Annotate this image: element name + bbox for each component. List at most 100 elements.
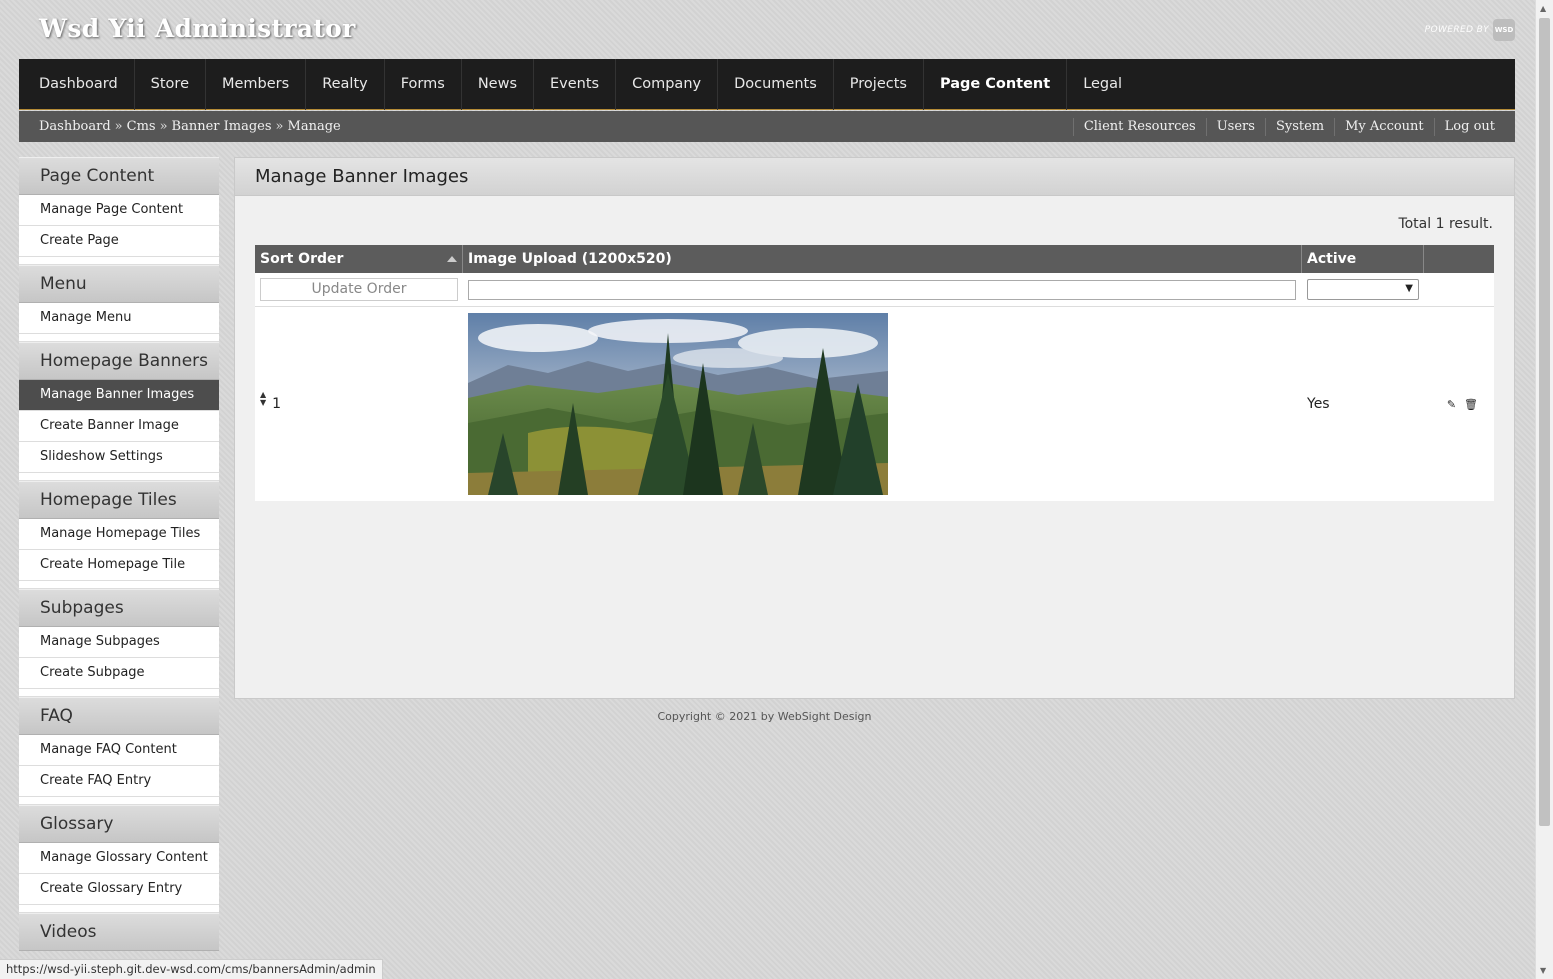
sidebar-heading-page-content: Page Content <box>19 157 219 195</box>
sidebar-item-manage-page-content[interactable]: Manage Page Content <box>19 195 219 226</box>
column-image-upload[interactable]: Image Upload (1200x520) <box>463 245 1302 273</box>
nav-item-projects[interactable]: Projects <box>834 58 924 110</box>
site-header: Wsd Yii Administrator POWERED BY WSD <box>0 0 1535 59</box>
scroll-thumb[interactable] <box>1539 18 1550 826</box>
sidebar-item-manage-homepage-tiles[interactable]: Manage Homepage Tiles <box>19 519 219 550</box>
sidebar-heading-menu: Menu <box>19 265 219 303</box>
sidebar-section-glossary: Glossary Manage Glossary Content Create Gl… <box>19 805 219 913</box>
row-active-cell: Yes <box>1307 396 1330 412</box>
sidebar-item-manage-glossary-content[interactable]: Manage Glossary Content <box>19 843 219 874</box>
powered-by[interactable]: POWERED BY WSD <box>1425 19 1515 41</box>
utility-link-client-resources[interactable]: Client Resources <box>1072 117 1206 136</box>
filter-image-cell <box>463 279 1302 300</box>
sidebar-section-menu: Menu Manage Menu <box>19 265 219 342</box>
wsd-logo: WSD <box>1493 19 1515 41</box>
sidebar-item-slideshow-settings[interactable]: Slideshow Settings <box>19 442 219 473</box>
row-image-cell <box>463 313 1302 495</box>
filter-sort-cell: Update Order <box>255 278 463 301</box>
chevron-down-icon: ▼ <box>1405 283 1413 294</box>
column-sort-order[interactable]: Sort Order <box>255 245 463 273</box>
sidebar-heading-homepage-banners: Homepage Banners <box>19 342 219 380</box>
utility-link-system[interactable]: System <box>1264 117 1334 136</box>
nav-item-company[interactable]: Company <box>616 58 719 110</box>
breadcrumb-cms[interactable]: Cms <box>127 119 156 134</box>
sidebar: Page Content Manage Page Content Create Pa… <box>19 157 219 979</box>
column-actions <box>1424 245 1494 273</box>
column-active[interactable]: Active <box>1302 245 1424 273</box>
active-filter-select[interactable]: ▼ <box>1307 279 1419 300</box>
main-nav: Dashboard Store Members Realty Forms News Even… <box>19 58 1515 110</box>
sidebar-heading-homepage-tiles: Homepage Tiles <box>19 481 219 519</box>
drag-handle-icon[interactable]: ▲ ▼ <box>260 391 266 407</box>
page-scrollbar[interactable]: ▲ ▼ <box>1535 0 1553 979</box>
sidebar-item-create-faq-entry[interactable]: Create FAQ Entry <box>19 766 219 797</box>
sidebar-section-page-content: Page Content Manage Page Content Create Pa… <box>19 157 219 265</box>
page-title: Manage Banner Images <box>235 158 1514 196</box>
status-bar-url: https://wsd-yii.steph.git.dev-wsd.com/cm… <box>0 959 383 979</box>
sort-asc-icon <box>447 256 457 262</box>
row-sort-value: 1 <box>272 396 282 412</box>
banner-grid: Sort Order Image Upload (1200x520) Activ… <box>255 245 1494 501</box>
scroll-down-icon[interactable]: ▼ <box>1540 966 1546 975</box>
sidebar-item-manage-menu[interactable]: Manage Menu <box>19 303 219 334</box>
nav-item-events[interactable]: Events <box>534 58 617 110</box>
breadcrumb-banner-images[interactable]: Banner Images <box>172 119 272 134</box>
sub-bar: Dashboard» Cms» Banner Images» Manage Clien… <box>19 111 1515 142</box>
breadcrumb-manage: Manage <box>287 119 341 134</box>
sidebar-spacer <box>19 257 219 265</box>
sidebar-section-homepage-banners: Homepage Banners Manage Banner Images Crea… <box>19 342 219 481</box>
grid-header: Sort Order Image Upload (1200x520) Activ… <box>255 245 1494 273</box>
sidebar-spacer <box>19 689 219 697</box>
sidebar-item-create-glossary-entry[interactable]: Create Glossary Entry <box>19 874 219 905</box>
sidebar-spacer <box>19 473 219 481</box>
sidebar-spacer <box>19 797 219 805</box>
utility-link-my-account[interactable]: My Account <box>1334 117 1434 136</box>
breadcrumb-dashboard[interactable]: Dashboard <box>39 119 111 134</box>
sidebar-section-homepage-tiles: Homepage Tiles Manage Homepage Tiles Creat… <box>19 481 219 589</box>
pencil-icon[interactable]: ✎ <box>1447 398 1456 411</box>
column-active-label: Active <box>1307 251 1357 267</box>
sidebar-item-create-banner-image[interactable]: Create Banner Image <box>19 411 219 442</box>
filter-active-cell: ▼ <box>1302 279 1424 300</box>
nav-item-store[interactable]: Store <box>135 58 206 110</box>
row-actions-cell: ✎ 🗑 <box>1424 398 1494 411</box>
nav-item-page-content[interactable]: Page Content <box>924 58 1068 110</box>
grid-filter-row: Update Order ▼ <box>255 273 1494 307</box>
sidebar-section-subpages: Subpages Manage Subpages Create Subpage <box>19 589 219 697</box>
sidebar-spacer <box>19 334 219 342</box>
scroll-up-icon[interactable]: ▲ <box>1540 4 1546 13</box>
nav-item-legal[interactable]: Legal <box>1067 59 1138 110</box>
sidebar-section-videos: Videos <box>19 913 219 951</box>
sidebar-item-create-subpage[interactable]: Create Subpage <box>19 658 219 689</box>
image-filter-input[interactable] <box>468 279 1296 300</box>
sidebar-item-manage-faq-content[interactable]: Manage FAQ Content <box>19 735 219 766</box>
trash-icon[interactable]: 🗑 <box>1464 398 1478 411</box>
nav-item-forms[interactable]: Forms <box>385 58 462 110</box>
sidebar-heading-subpages: Subpages <box>19 589 219 627</box>
breadcrumb-separator: » <box>275 119 284 134</box>
sidebar-item-manage-subpages[interactable]: Manage Subpages <box>19 627 219 658</box>
sidebar-item-create-page[interactable]: Create Page <box>19 226 219 257</box>
column-image-upload-label: Image Upload (1200x520) <box>468 251 672 267</box>
utility-link-users[interactable]: Users <box>1205 117 1265 136</box>
nav-item-documents[interactable]: Documents <box>718 58 834 110</box>
copyright-text: Copyright © 2021 by WebSight Design <box>657 710 872 723</box>
banner-thumbnail-image <box>468 313 888 495</box>
result-summary: Total 1 result. <box>1398 216 1493 232</box>
update-order-button[interactable]: Update Order <box>260 278 458 301</box>
sidebar-spacer <box>19 905 219 913</box>
site-title: Wsd Yii Administrator <box>39 14 356 43</box>
nav-item-dashboard[interactable]: Dashboard <box>23 58 135 110</box>
utility-link-log-out[interactable]: Log out <box>1433 117 1505 136</box>
sidebar-heading-videos: Videos <box>19 913 219 951</box>
breadcrumb-separator: » <box>114 119 123 134</box>
sidebar-item-create-homepage-tile[interactable]: Create Homepage Tile <box>19 550 219 581</box>
nav-item-members[interactable]: Members <box>206 58 307 110</box>
breadcrumb: Dashboard» Cms» Banner Images» Manage <box>39 119 341 134</box>
nav-item-realty[interactable]: Realty <box>306 58 385 110</box>
breadcrumb-separator: » <box>159 119 168 134</box>
sidebar-item-manage-banner-images[interactable]: Manage Banner Images <box>19 380 219 411</box>
sidebar-heading-glossary: Glossary <box>19 805 219 843</box>
sidebar-section-faq: FAQ Manage FAQ Content Create FAQ Entry <box>19 697 219 805</box>
nav-item-news[interactable]: News <box>462 58 535 110</box>
